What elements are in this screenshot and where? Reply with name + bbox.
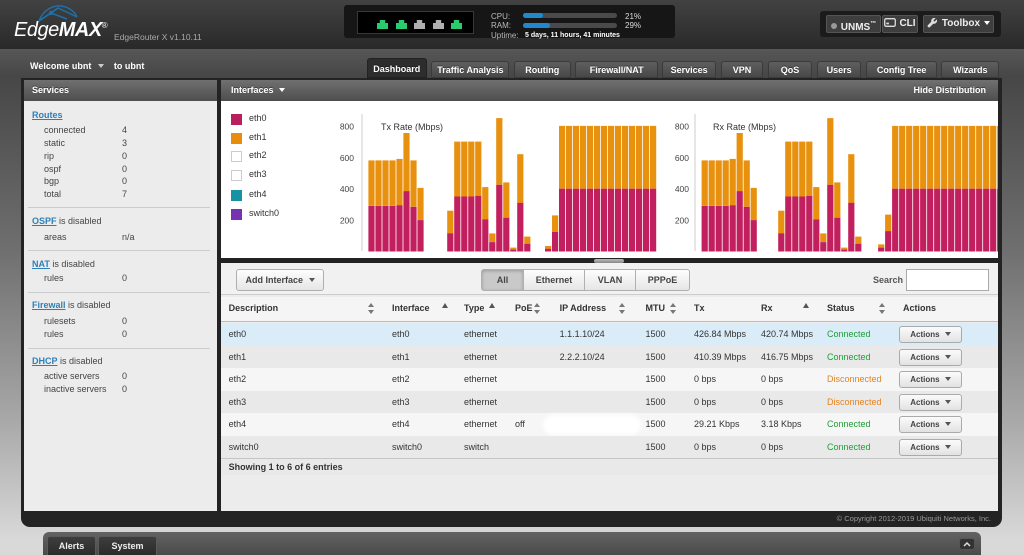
svg-text:200: 200 [340,216,354,226]
svg-text:800: 800 [675,121,689,131]
svg-text:Rx Rate (Mbps): Rx Rate (Mbps) [713,122,776,132]
svg-text:600: 600 [340,153,354,163]
svg-text:600: 600 [675,153,689,163]
svg-text:400: 400 [675,184,689,194]
svg-text:200: 200 [675,216,689,226]
svg-text:400: 400 [340,184,354,194]
svg-text:Tx Rate (Mbps): Tx Rate (Mbps) [381,122,443,132]
svg-text:800: 800 [340,121,354,131]
